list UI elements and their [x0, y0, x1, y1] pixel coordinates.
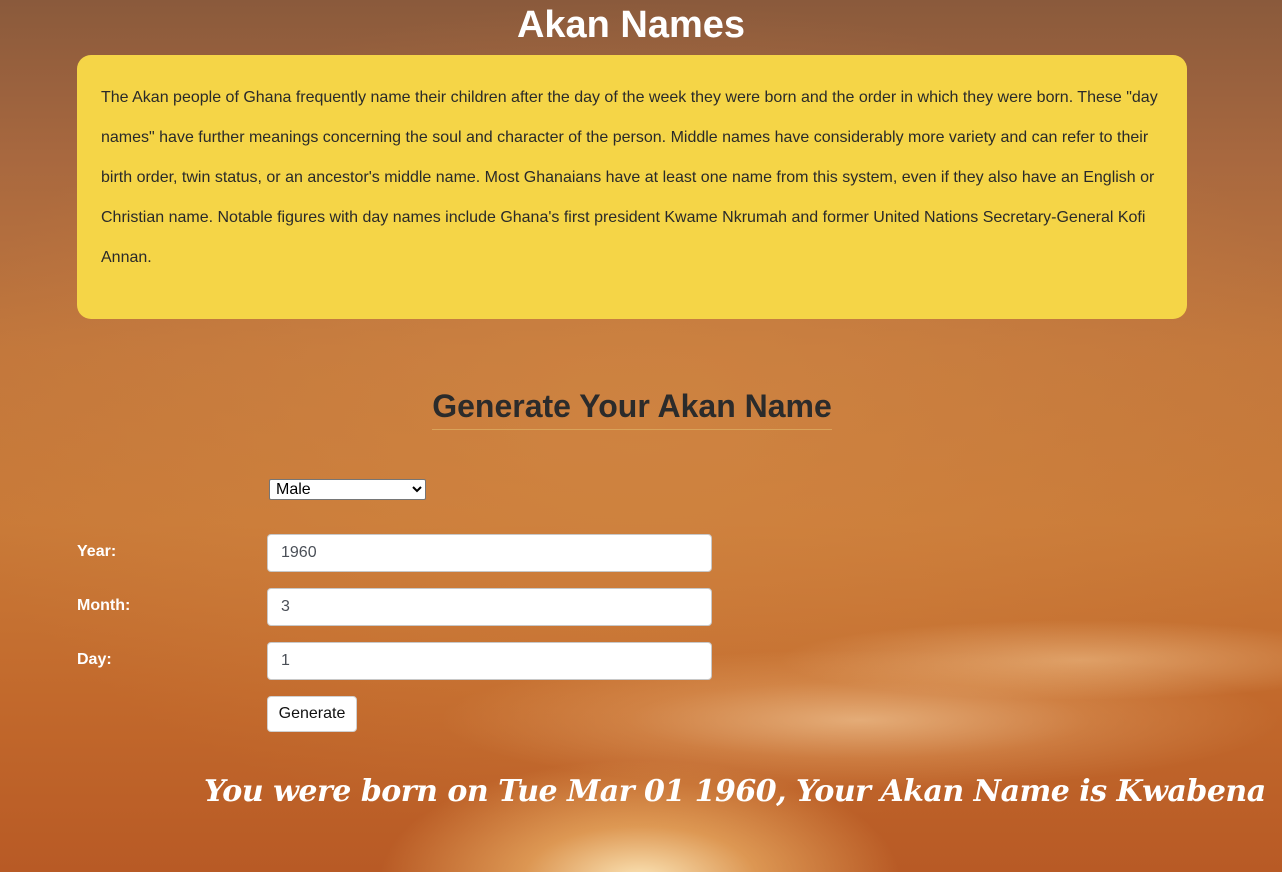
year-label: Year: — [77, 543, 117, 560]
day-label: Day: — [77, 651, 112, 668]
intro-card: The Akan people of Ghana frequently name… — [77, 55, 1187, 319]
month-input[interactable] — [267, 588, 712, 626]
result-message: You were born on Tue Mar 01 1960, Your A… — [204, 774, 1266, 809]
page-title: Akan Names — [516, 4, 746, 46]
day-input[interactable] — [267, 642, 712, 680]
intro-text: The Akan people of Ghana frequently name… — [101, 89, 1158, 266]
gender-select[interactable]: Male — [269, 479, 426, 500]
year-input[interactable] — [267, 534, 712, 572]
generate-button[interactable]: Generate — [267, 696, 357, 732]
month-label: Month: — [77, 597, 131, 614]
form-title: Generate Your Akan Name — [432, 385, 832, 430]
